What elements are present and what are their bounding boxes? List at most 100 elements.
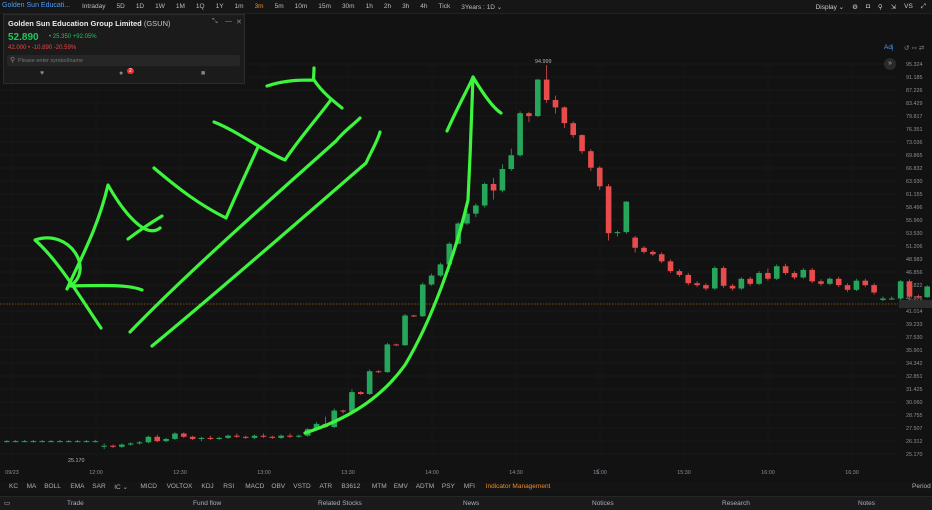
- bottom-tab-notes[interactable]: Notes: [858, 500, 875, 507]
- interval-1[interactable]: 5D: [117, 3, 125, 11]
- chat-icon[interactable]: ●: [119, 70, 123, 77]
- stock-tab[interactable]: Golden Sun Educati...: [2, 2, 70, 9]
- candle: [906, 281, 913, 297]
- search-input[interactable]: [18, 55, 228, 66]
- interval-4[interactable]: 1M: [176, 3, 185, 11]
- display-menu[interactable]: Display ⌄: [816, 3, 845, 11]
- indicator-mtm[interactable]: MTM: [372, 483, 387, 490]
- candle: [535, 79, 541, 117]
- compare-button[interactable]: VS: [904, 3, 913, 11]
- more-button[interactable]: »: [884, 58, 896, 70]
- price-chart[interactable]: 95.324 91.185 87.226 83.429 79.817 76.351 73.0…: [0, 14, 932, 482]
- candle: [225, 435, 231, 438]
- candle: [4, 441, 10, 443]
- indicator-obv[interactable]: OBV: [271, 483, 285, 490]
- top-right-tools: Display ⌄ ⚙ ◘ ⚲ ⇲ VS ⤢: [816, 3, 926, 11]
- candle: [924, 286, 930, 298]
- candle: [517, 113, 523, 156]
- interval-13[interactable]: 1h: [366, 3, 373, 11]
- candle: [552, 100, 559, 108]
- indicator-psy[interactable]: PSY: [442, 483, 455, 490]
- candle: [650, 251, 656, 255]
- indicator-ema[interactable]: EMA: [70, 483, 84, 490]
- bottom-tab-trade[interactable]: Trade: [67, 500, 84, 507]
- bottom-tab-notices[interactable]: Notices: [592, 500, 614, 507]
- interval-17[interactable]: Tick: [439, 3, 451, 11]
- indicator-mfi[interactable]: MFI: [464, 483, 475, 490]
- hand-drawn-stroke: [152, 145, 260, 220]
- indicator-emv[interactable]: EMV: [394, 483, 408, 490]
- fullscreen-icon[interactable]: ⤢: [921, 3, 926, 11]
- interval-8[interactable]: 3m: [255, 3, 264, 11]
- bottom-tab-fund-flow[interactable]: Fund flow: [193, 500, 221, 507]
- indicator-voltox[interactable]: VOLTOX: [167, 483, 193, 490]
- collapse-icon[interactable]: ▭: [4, 499, 10, 507]
- indicator-atr[interactable]: ATR: [320, 483, 333, 490]
- bottom-tab-news[interactable]: News: [463, 500, 479, 507]
- candle: [729, 285, 736, 289]
- indicator-vstd[interactable]: VSTD: [293, 483, 310, 490]
- indicator-macd[interactable]: MACD: [245, 483, 264, 490]
- ticker: (GSUN): [143, 19, 171, 28]
- top-toolbar: Golden Sun Educati... Intraday 5D 1D 1W 1M 1Q…: [0, 0, 932, 14]
- interval-3[interactable]: 1W: [155, 3, 165, 11]
- undo-redo-icons[interactable]: ↺⇿⇄: [904, 44, 926, 52]
- x-tick-label: 16:30: [845, 470, 859, 476]
- indicator-micd[interactable]: MICD: [140, 483, 157, 490]
- candle: [287, 435, 293, 437]
- indicator-rsi[interactable]: RSI: [223, 483, 234, 490]
- gear-icon[interactable]: ⚙: [852, 3, 858, 11]
- indicator-ma[interactable]: MA: [27, 483, 37, 490]
- interval-18[interactable]: 3Years : 1D ⌄: [461, 3, 502, 11]
- interval-11[interactable]: 15m: [318, 3, 331, 11]
- interval-7[interactable]: 1m: [235, 3, 244, 11]
- camera-icon[interactable]: ◘: [866, 3, 870, 11]
- briefcase-icon[interactable]: ■: [201, 70, 205, 77]
- quote-panel: Golden Sun Education Group Limited (GSUN…: [3, 14, 245, 84]
- candle: [402, 315, 408, 346]
- close-icon[interactable]: ✕: [236, 18, 242, 26]
- current-price-tag: [899, 300, 932, 308]
- candle: [685, 274, 692, 284]
- minimize-icon[interactable]: —: [225, 18, 232, 25]
- indicator-kdj[interactable]: KDJ: [201, 483, 213, 490]
- candle: [508, 155, 515, 170]
- bottom-tab-research[interactable]: Research: [722, 500, 750, 507]
- indicator-kc[interactable]: KC: [9, 483, 18, 490]
- interval-2[interactable]: 1D: [136, 3, 144, 11]
- interval-9[interactable]: 5m: [275, 3, 284, 11]
- interval-6[interactable]: 1Y: [216, 3, 224, 11]
- candle: [163, 438, 169, 442]
- indicator-sar[interactable]: SAR: [92, 483, 105, 490]
- expand-icon[interactable]: ⇲: [891, 3, 896, 11]
- y-tick-label: 32.851: [906, 374, 923, 380]
- interval-15[interactable]: 3h: [402, 3, 409, 11]
- adjust-toggle[interactable]: Adj: [884, 44, 893, 51]
- bottom-tab-related-stocks[interactable]: Related Stocks: [318, 500, 362, 507]
- candle: [198, 437, 205, 439]
- hand-drawn-stroke: [150, 130, 382, 348]
- candle: [897, 281, 904, 299]
- pin-icon[interactable]: ⚲: [878, 3, 883, 11]
- interval-16[interactable]: 4h: [420, 3, 427, 11]
- y-tick-label: 55.960: [906, 218, 923, 224]
- indicator-boll[interactable]: BOLL: [44, 483, 61, 490]
- candle: [366, 371, 373, 394]
- interval-10[interactable]: 10m: [295, 3, 308, 11]
- symbol-search[interactable]: ⚲: [7, 55, 240, 66]
- interval-0[interactable]: Intraday: [82, 3, 106, 11]
- period-button[interactable]: Period: [912, 483, 931, 490]
- interval-5[interactable]: 1Q: [196, 3, 205, 11]
- interval-14[interactable]: 2h: [384, 3, 391, 11]
- interval-12[interactable]: 30m: [342, 3, 355, 11]
- candle: [526, 113, 532, 117]
- swap-icon[interactable]: ⤡: [212, 18, 218, 26]
- indicator-b3612[interactable]: B3612: [341, 483, 360, 490]
- indicator-management-link[interactable]: Indicator Management: [486, 483, 551, 490]
- indicator-adtm[interactable]: ADTM: [416, 483, 434, 490]
- y-tick-label: 76.351: [906, 127, 923, 133]
- candle: [747, 278, 753, 284]
- candle: [605, 186, 612, 234]
- heart-icon[interactable]: ♥: [40, 70, 44, 77]
- indicator-ic[interactable]: IC ⌄: [114, 483, 128, 491]
